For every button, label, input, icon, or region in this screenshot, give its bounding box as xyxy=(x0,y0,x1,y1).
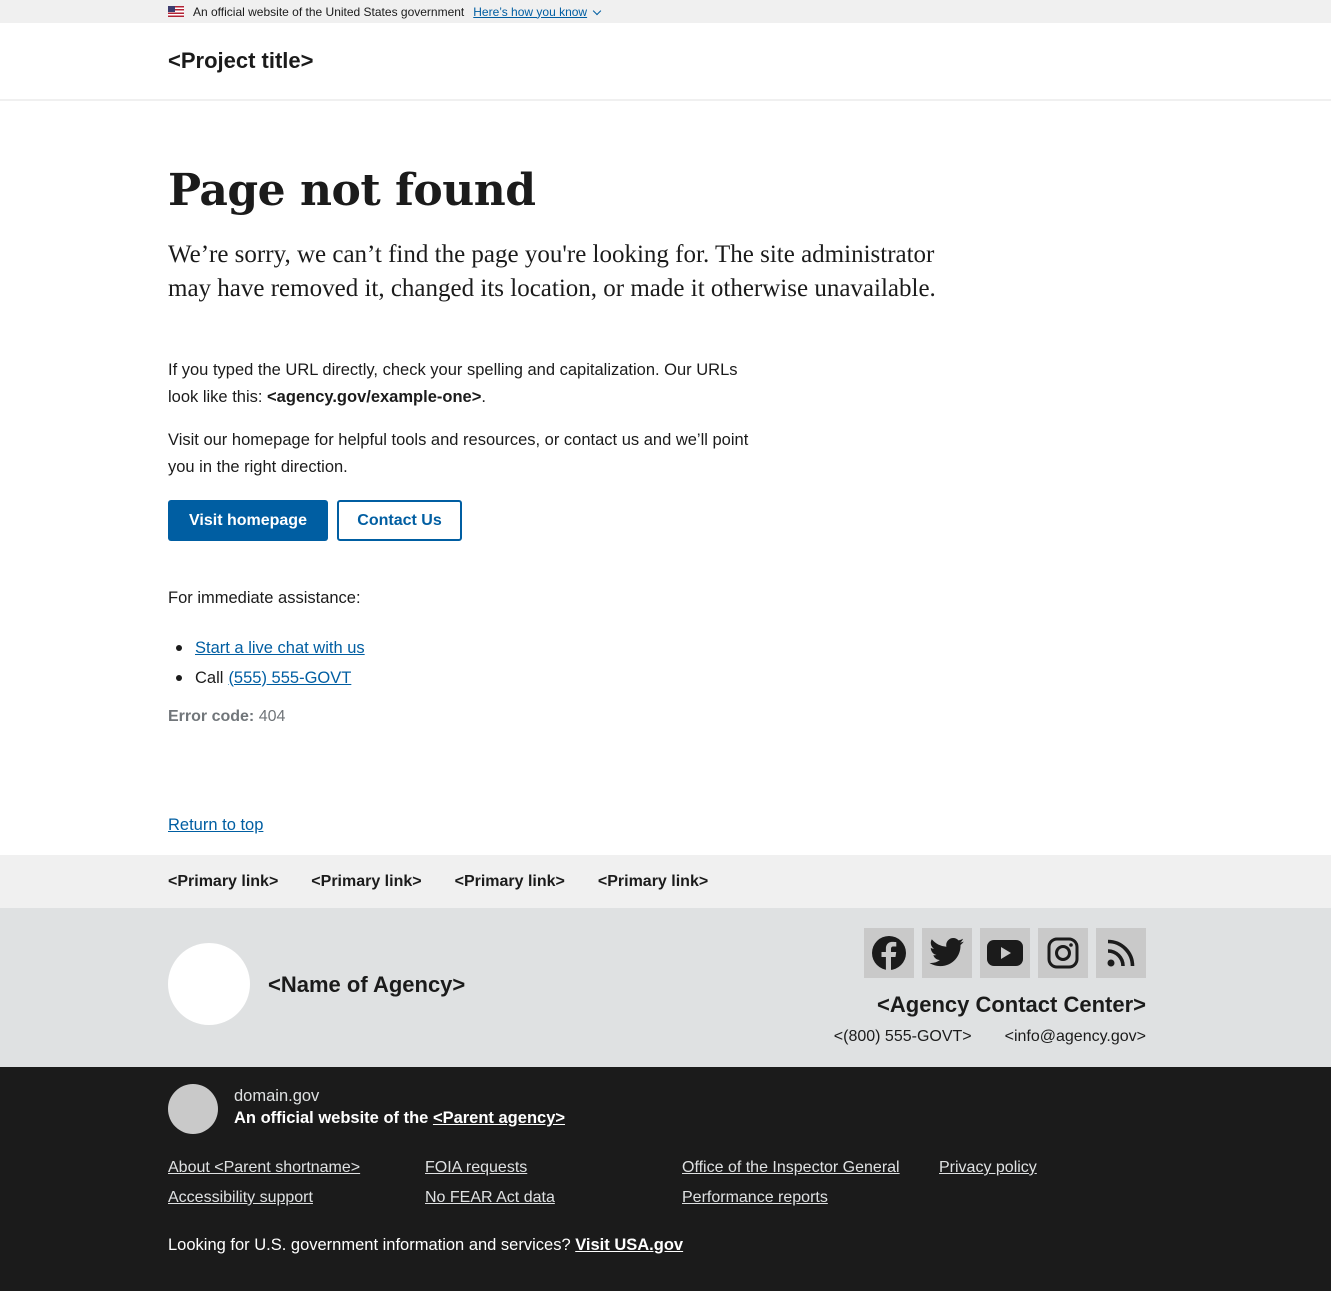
return-to-top-link[interactable]: Return to top xyxy=(168,816,263,835)
homepage-help-text: Visit our homepage for helpful tools and… xyxy=(168,431,749,476)
lede-text: We’re sorry, we can’t find the page you'… xyxy=(168,241,936,302)
phone-link[interactable]: (555) 555-GOVT xyxy=(228,669,351,688)
identifier-link-performance[interactable]: Performance reports xyxy=(682,1188,939,1207)
url-help-end: . xyxy=(481,388,486,406)
project-title[interactable]: <Project title> xyxy=(168,48,314,74)
facebook-icon[interactable] xyxy=(864,928,914,978)
contact-phone[interactable]: <(800) 555-GOVT> xyxy=(834,1028,972,1046)
identifier: domain.gov An official website of the <P… xyxy=(0,1067,1331,1291)
footer-primary-link[interactable]: <Primary link> xyxy=(455,873,565,891)
assistance-intro: For immediate assistance: xyxy=(168,589,361,607)
contact-us-button[interactable]: Contact Us xyxy=(337,500,462,541)
parent-agency-link[interactable]: <Parent agency> xyxy=(433,1109,565,1127)
page-title: Page not found xyxy=(168,165,536,216)
footer-primary-nav: <Primary link> <Primary link> <Primary l… xyxy=(0,855,1331,908)
error-code-value: 404 xyxy=(258,708,286,725)
chevron-down-icon xyxy=(592,6,602,15)
heres-how-you-know-link[interactable]: Here’s how you know xyxy=(473,4,602,19)
footer-secondary: <Name of Agency> <Agency Contact Center>… xyxy=(0,908,1331,1067)
banner-text: An official website of the United States… xyxy=(193,4,465,19)
official-prefix: An official website of the xyxy=(234,1109,433,1127)
instagram-icon[interactable] xyxy=(1038,928,1088,978)
identifier-link-accessibility[interactable]: Accessibility support xyxy=(168,1188,425,1207)
parent-agency-logo xyxy=(168,1084,218,1134)
youtube-icon[interactable] xyxy=(980,928,1030,978)
identifier-link-foia[interactable]: FOIA requests xyxy=(425,1158,682,1177)
url-help-text: If you typed the URL directly, check you… xyxy=(168,357,768,411)
button-group: Visit homepage Contact Us xyxy=(168,500,462,541)
gov-banner: An official website of the United States… xyxy=(0,0,1331,23)
site-header: <Project title> xyxy=(0,23,1331,101)
identifier-link-oig[interactable]: Office of the Inspector General xyxy=(682,1158,939,1177)
visit-usa-gov-link[interactable]: Visit USA.gov xyxy=(575,1236,683,1254)
identifier-link-about[interactable]: About <Parent shortname> xyxy=(168,1158,425,1177)
call-label: Call xyxy=(195,668,224,687)
error-code-label: Error code: xyxy=(168,708,255,725)
identifier-links: About <Parent shortname> FOIA requests O… xyxy=(168,1158,1196,1207)
identifier-domain: domain.gov xyxy=(234,1087,320,1105)
assistance-list: Start a live chat with us Call (555) 555-… xyxy=(168,633,365,693)
agency-logo xyxy=(168,943,250,1025)
usa-gov-text: Looking for U.S. government information … xyxy=(168,1236,683,1255)
footer-primary-link[interactable]: <Primary link> xyxy=(311,873,421,891)
error-code: Error code: 404 xyxy=(168,708,285,726)
list-item: Call (555) 555-GOVT xyxy=(168,663,365,693)
usa-gov-prefix: Looking for U.S. government information … xyxy=(168,1236,576,1254)
us-flag-icon xyxy=(168,6,184,17)
contact-email[interactable]: <info@agency.gov> xyxy=(1005,1028,1146,1046)
list-item: Start a live chat with us xyxy=(168,633,365,663)
heres-how-you-know-label: Here’s how you know xyxy=(473,4,588,19)
agency-name: <Name of Agency> xyxy=(268,972,466,997)
contact-info: <(800) 555-GOVT> <info@agency.gov> xyxy=(834,1028,1146,1046)
example-url: <agency.gov/example-one> xyxy=(267,388,482,406)
footer-primary-link[interactable]: <Primary link> xyxy=(168,873,278,891)
identifier-link-privacy[interactable]: Privacy policy xyxy=(939,1158,1196,1177)
identifier-link-no-fear[interactable]: No FEAR Act data xyxy=(425,1188,682,1207)
contact-center-heading: <Agency Contact Center> xyxy=(877,992,1146,1017)
twitter-icon[interactable] xyxy=(922,928,972,978)
rss-icon[interactable] xyxy=(1096,928,1146,978)
social-links xyxy=(864,928,1146,978)
identifier-official-text: An official website of the <Parent agenc… xyxy=(234,1109,565,1128)
footer-primary-link[interactable]: <Primary link> xyxy=(598,873,708,891)
visit-homepage-button[interactable]: Visit homepage xyxy=(168,500,328,541)
live-chat-link[interactable]: Start a live chat with us xyxy=(195,639,365,658)
